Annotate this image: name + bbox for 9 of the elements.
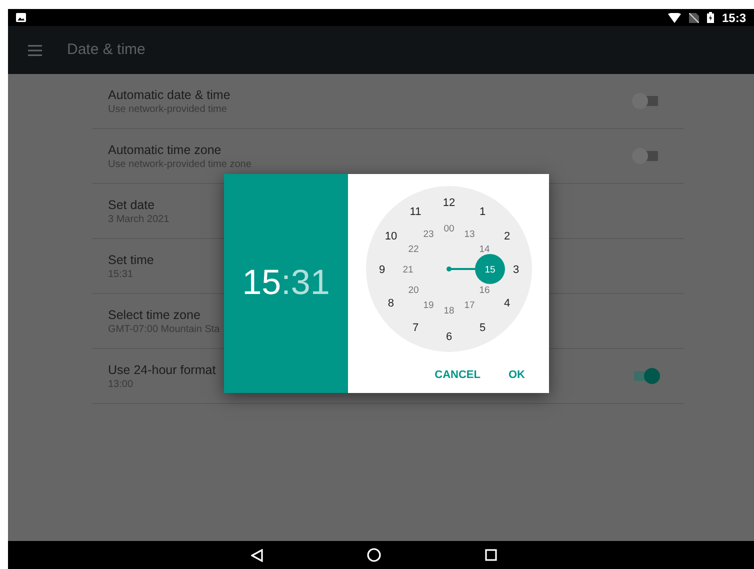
toolbar-title: Date & time — [67, 40, 146, 60]
setting-title: Automatic date & time — [108, 86, 230, 102]
setting-title: Select time zone — [108, 306, 200, 322]
setting-title: Automatic time zone — [108, 142, 222, 158]
status-time: 15:3 — [722, 10, 746, 26]
setting-title: Set time — [108, 252, 154, 268]
setting-title: Set date — [108, 196, 155, 212]
setting-title: Use 24-hour format — [108, 362, 216, 378]
time-separator: : — [281, 262, 291, 304]
